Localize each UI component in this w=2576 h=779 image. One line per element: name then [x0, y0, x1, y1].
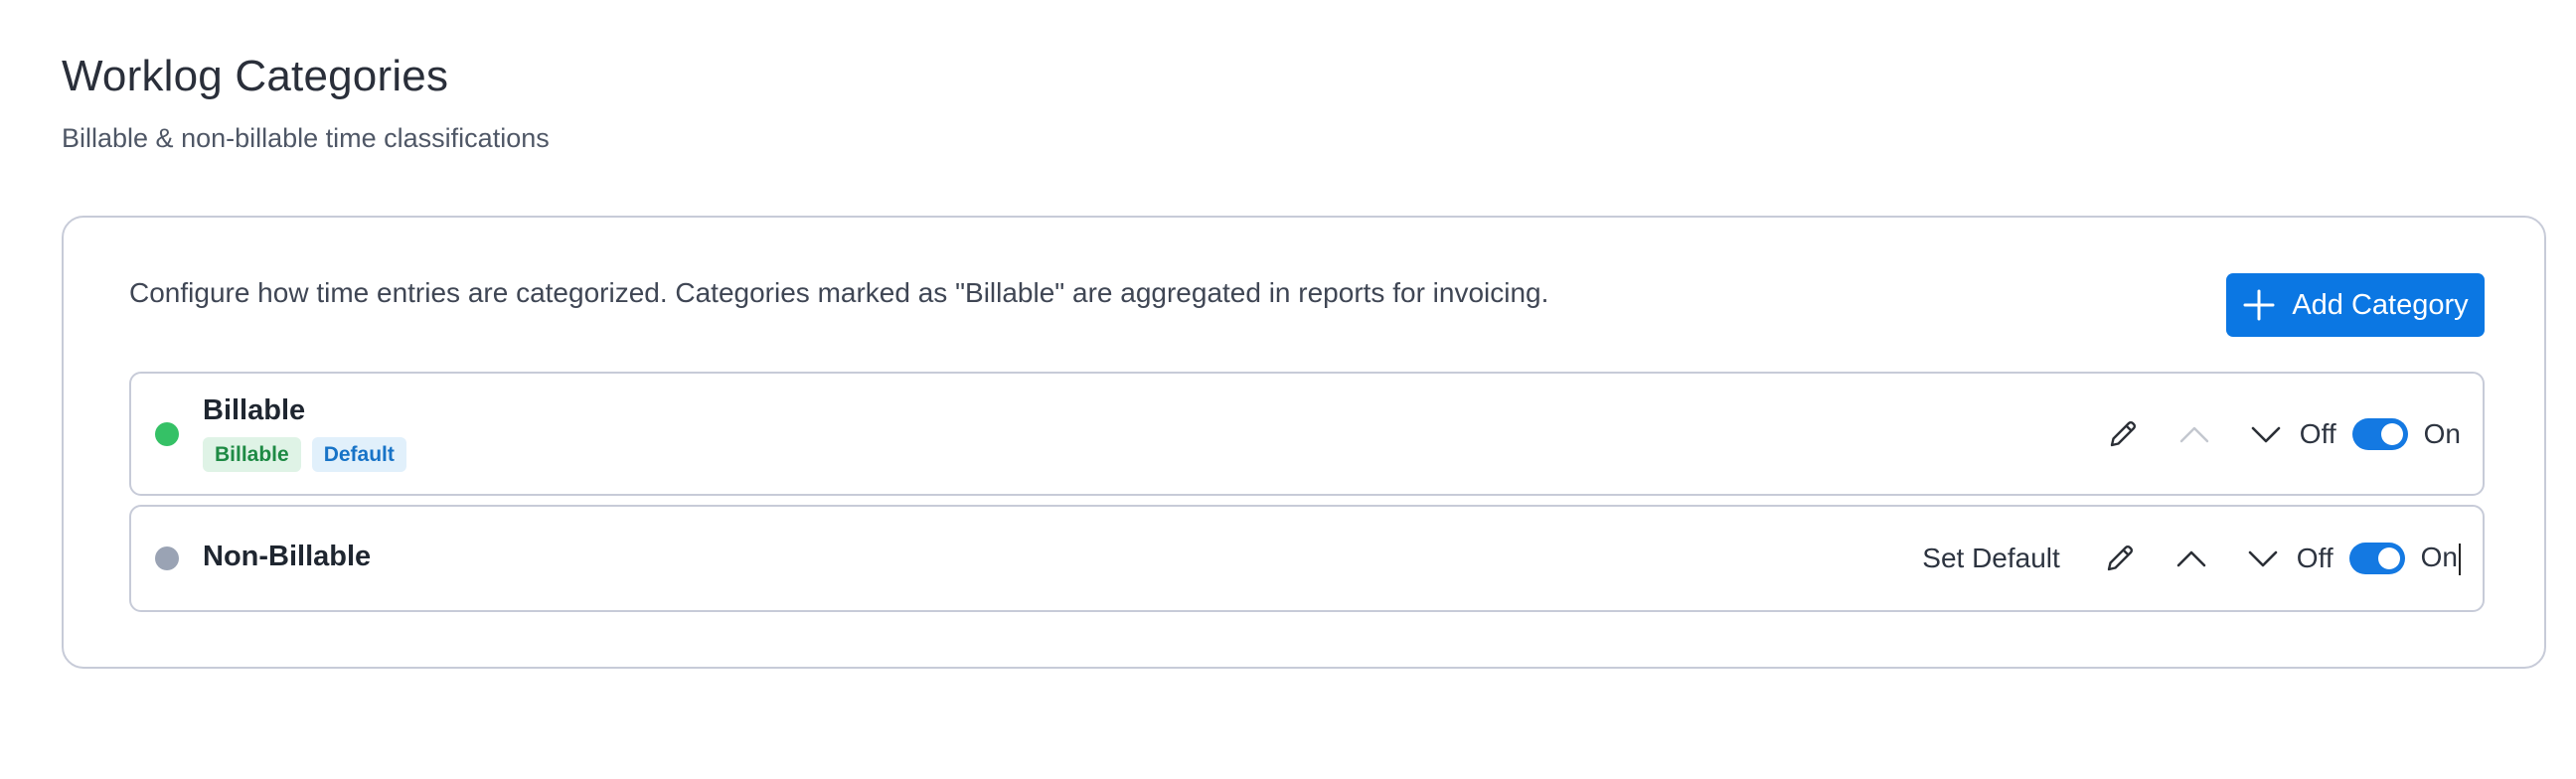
status-dot-icon: [155, 546, 179, 570]
move-up-button[interactable]: [2172, 539, 2211, 578]
enabled-toggle[interactable]: [2348, 543, 2405, 574]
chevron-up-icon: [2179, 426, 2208, 442]
category-badges: Billable Default: [203, 437, 406, 472]
row-controls: Set Default Off On: [1922, 507, 2461, 610]
toggle-knob: [2377, 547, 2400, 569]
category-row-billable: Billable Billable Default Off On: [129, 372, 2485, 496]
toggle-knob: [2380, 422, 2403, 445]
category-name: Non-Billable: [203, 541, 372, 572]
toggle-on-label: On: [2421, 542, 2461, 575]
toggle-off-label: Off: [2296, 543, 2334, 573]
category-name: Billable: [203, 394, 306, 426]
toggle-on-text: On: [2420, 542, 2458, 573]
status-dot-icon: [155, 422, 179, 446]
chevron-up-icon: [2176, 550, 2206, 567]
move-down-button[interactable]: [2243, 539, 2283, 578]
set-default-button[interactable]: Set Default: [1922, 543, 2060, 574]
edit-button[interactable]: [2100, 539, 2140, 578]
categories-card: Configure how time entries are categoriz…: [62, 216, 2546, 669]
add-category-label: Add Category: [2292, 288, 2469, 321]
enabled-toggle[interactable]: [2351, 417, 2408, 450]
chevron-down-icon: [2251, 426, 2281, 442]
add-category-button[interactable]: Add Category: [2226, 273, 2485, 337]
pencil-icon: [2110, 420, 2136, 446]
row-controls: Off On: [2103, 374, 2461, 494]
page-title: Worklog Categories: [62, 52, 449, 100]
card-description: Configure how time entries are categoriz…: [129, 277, 1549, 308]
category-row-non-billable: Non-Billable Set Default Off On: [129, 505, 2485, 612]
pencil-icon: [2107, 545, 2133, 571]
page-subtitle: Billable & non-billable time classificat…: [62, 123, 550, 153]
toggle-on-label: On: [2423, 417, 2461, 449]
billable-badge: Billable: [203, 437, 301, 472]
move-up-button[interactable]: [2174, 414, 2214, 454]
plus-icon: [2243, 289, 2275, 321]
toggle-off-label: Off: [2299, 417, 2336, 449]
text-cursor: [2459, 543, 2461, 575]
chevron-down-icon: [2248, 550, 2278, 567]
default-badge: Default: [311, 437, 406, 472]
worklog-categories-page: Worklog Categories Billable & non-billab…: [0, 0, 2576, 779]
edit-button[interactable]: [2103, 414, 2143, 454]
move-down-button[interactable]: [2246, 414, 2286, 454]
